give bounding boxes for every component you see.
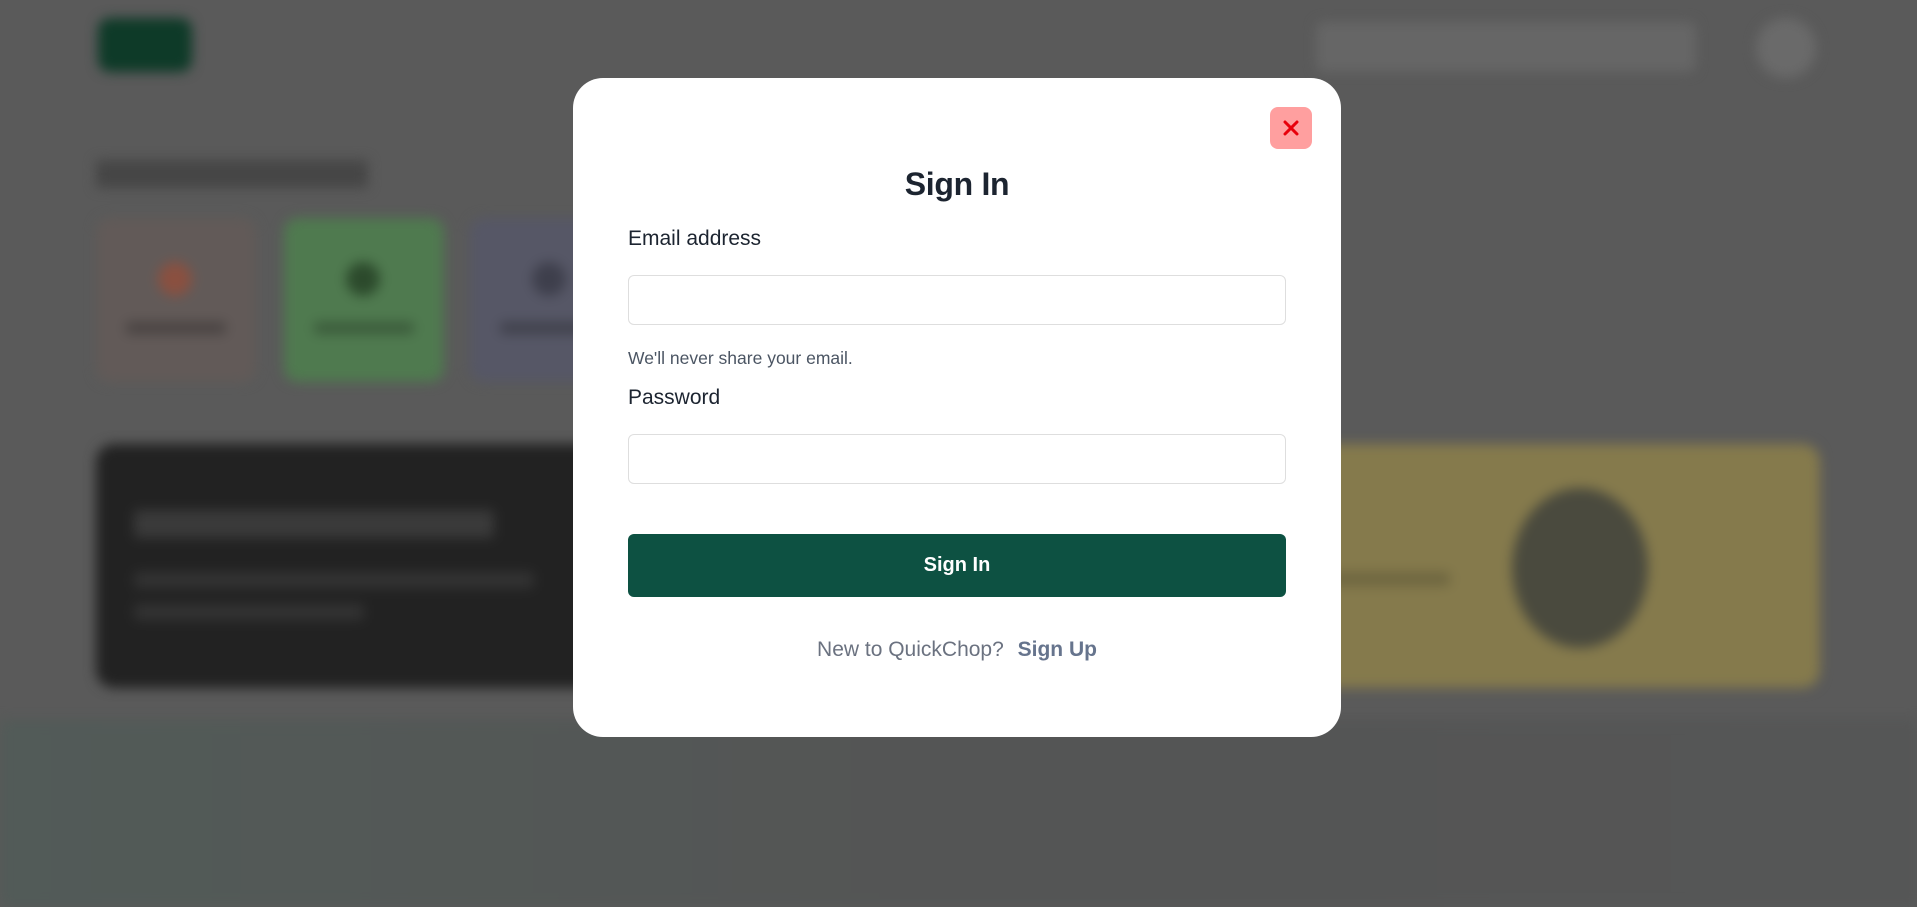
- avatar: [1756, 18, 1816, 78]
- password-label: Password: [628, 386, 721, 409]
- hero-banner: [96, 444, 656, 688]
- modal-title: Sign In: [904, 166, 1010, 202]
- email-field[interactable]: [628, 275, 1286, 325]
- promo-banner: [1300, 444, 1820, 688]
- sign-up-link[interactable]: Sign Up: [1018, 638, 1097, 661]
- category-card: [284, 218, 444, 382]
- sign-in-button[interactable]: Sign In: [628, 534, 1286, 597]
- signup-prompt: New to QuickChop?: [817, 638, 1004, 661]
- section-title: [96, 160, 368, 188]
- password-field[interactable]: [628, 434, 1286, 484]
- email-label: Email address: [628, 227, 762, 250]
- site-logo: [98, 18, 192, 72]
- background-lower-section: [0, 720, 1917, 907]
- close-button[interactable]: [1270, 107, 1312, 149]
- signup-row: New to QuickChop? Sign Up: [573, 638, 1341, 662]
- email-help-text: We'll never share your email.: [628, 348, 853, 368]
- sign-in-modal: Sign In Email address We'll never share …: [573, 78, 1341, 737]
- category-card: [96, 218, 256, 382]
- close-icon: [1283, 120, 1299, 136]
- search-bar: [1316, 22, 1696, 72]
